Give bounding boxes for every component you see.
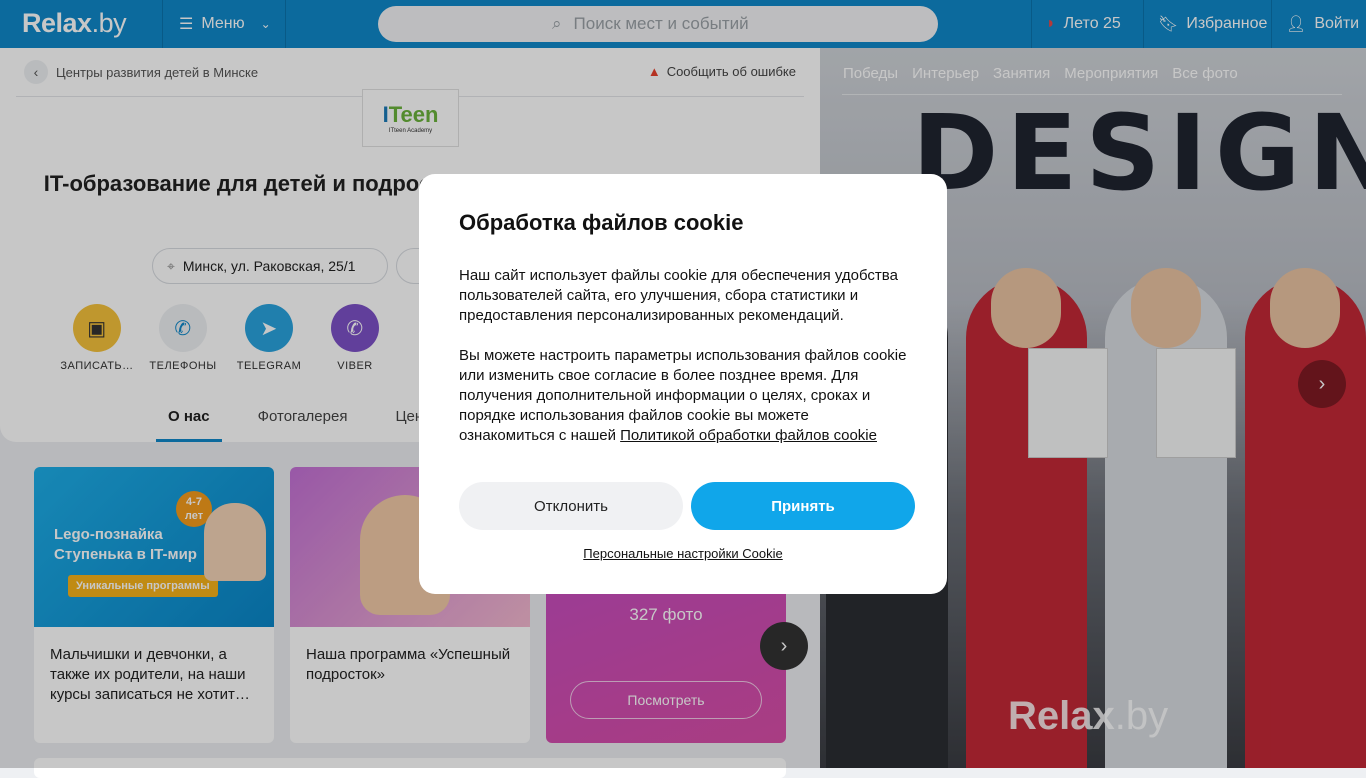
cookie-paragraph-1: Наш сайт использует файлы cookie для обе… <box>459 266 907 326</box>
cookie-dialog: Обработка файлов cookie Наш сайт использ… <box>419 174 947 594</box>
cookie-paragraph-2: Вы можете настроить параметры использова… <box>459 346 907 446</box>
decline-button[interactable]: Отклонить <box>459 482 683 530</box>
personal-cookie-settings-link[interactable]: Персональные настройки Cookie <box>419 546 947 561</box>
cookie-buttons: Отклонить Принять <box>459 482 915 530</box>
cookie-policy-link[interactable]: Политикой обработки файлов cookie <box>620 427 877 444</box>
cookie-title: Обработка файлов cookie <box>459 210 907 236</box>
accept-button[interactable]: Принять <box>691 482 915 530</box>
